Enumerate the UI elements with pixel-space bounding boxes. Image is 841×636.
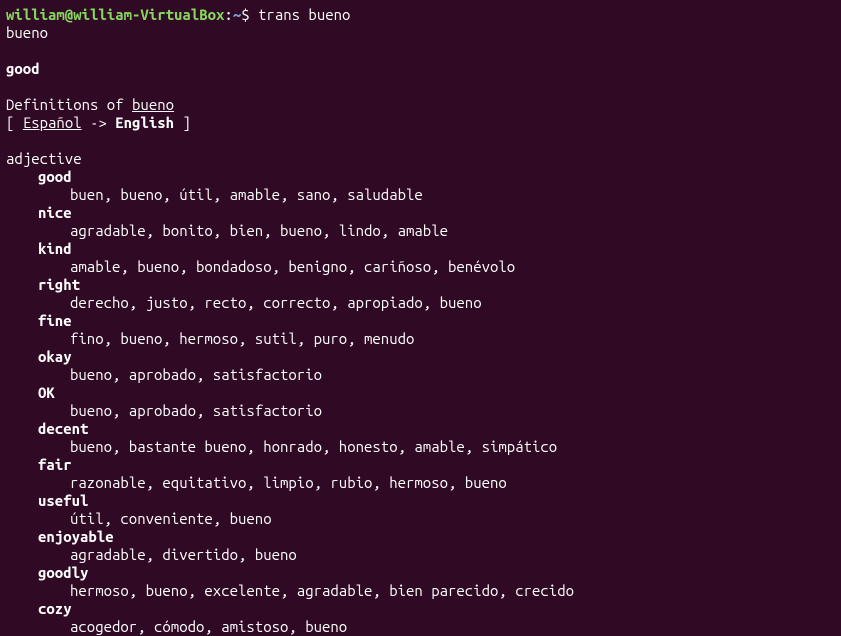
- definitions-prefix: Definitions of: [6, 96, 132, 113]
- synonyms-text: razonable, equitativo, limpio, rubio, he…: [6, 474, 835, 492]
- term-text: okay: [6, 348, 72, 366]
- term-text: nice: [6, 204, 72, 222]
- term-text: useful: [6, 492, 88, 510]
- blank-line: [6, 132, 835, 150]
- term-text: OK: [6, 384, 55, 402]
- entry-term: okay: [6, 348, 835, 366]
- synonyms-text: hermoso, bueno, excelente, agradable, bi…: [6, 582, 835, 600]
- entry-term: fair: [6, 456, 835, 474]
- entry-synonyms: fino, bueno, hermoso, sutil, puro, menud…: [6, 330, 835, 348]
- entry-term: cozy: [6, 600, 835, 618]
- echo-word: bueno: [6, 24, 835, 42]
- prompt-sep: :: [224, 6, 232, 23]
- entry-term: decent: [6, 420, 835, 438]
- term-text: fine: [6, 312, 72, 330]
- source-lang: Español: [23, 114, 82, 131]
- entry-synonyms: agradable, divertido, bueno: [6, 546, 835, 564]
- blank-line: [6, 78, 835, 96]
- synonyms-text: útil, conveniente, bueno: [6, 510, 835, 528]
- lang-arrow: ->: [82, 114, 116, 131]
- command-text: trans bueno: [250, 6, 351, 23]
- entry-synonyms: buen, bueno, útil, amable, sano, saludab…: [6, 186, 835, 204]
- lang-close: ]: [174, 114, 191, 131]
- primary-translation: good: [6, 60, 835, 78]
- synonyms-text: derecho, justo, recto, correcto, apropia…: [6, 294, 835, 312]
- definitions-header: Definitions of bueno: [6, 96, 835, 114]
- synonyms-text: agradable, divertido, bueno: [6, 546, 835, 564]
- synonyms-text: agradable, bonito, bien, bueno, lindo, a…: [6, 222, 835, 240]
- entry-synonyms: agradable, bonito, bien, bueno, lindo, a…: [6, 222, 835, 240]
- entry-term: good: [6, 168, 835, 186]
- synonyms-text: amable, bueno, bondadoso, benigno, cariñ…: [6, 258, 835, 276]
- entry-synonyms: bueno, aprobado, satisfactorio: [6, 366, 835, 384]
- term-text: kind: [6, 240, 72, 258]
- synonyms-text: bueno, bastante bueno, honrado, honesto,…: [6, 438, 835, 456]
- entries-container: goodbuen, bueno, útil, amable, sano, sal…: [6, 168, 835, 636]
- entry-synonyms: hermoso, bueno, excelente, agradable, bi…: [6, 582, 835, 600]
- entry-term: kind: [6, 240, 835, 258]
- prompt-path: ~: [233, 6, 241, 23]
- entry-synonyms: bueno, bastante bueno, honrado, honesto,…: [6, 438, 835, 456]
- entry-synonyms: razonable, equitativo, limpio, rubio, he…: [6, 474, 835, 492]
- blank-line: [6, 42, 835, 60]
- term-text: enjoyable: [6, 528, 114, 546]
- term-text: good: [6, 168, 72, 186]
- entry-term: OK: [6, 384, 835, 402]
- entry-term: fine: [6, 312, 835, 330]
- target-lang: English: [115, 114, 174, 131]
- prompt-user-host: william@william-VirtualBox: [6, 6, 224, 23]
- entry-term: enjoyable: [6, 528, 835, 546]
- entry-synonyms: amable, bueno, bondadoso, benigno, cariñ…: [6, 258, 835, 276]
- entry-term: goodly: [6, 564, 835, 582]
- definitions-word: bueno: [132, 96, 174, 113]
- entry-term: useful: [6, 492, 835, 510]
- synonyms-text: acogedor, cómodo, amistoso, bueno: [6, 618, 835, 636]
- lang-open: [: [6, 114, 23, 131]
- synonyms-text: buen, bueno, útil, amable, sano, saludab…: [6, 186, 835, 204]
- entry-synonyms: derecho, justo, recto, correcto, apropia…: [6, 294, 835, 312]
- term-text: cozy: [6, 600, 72, 618]
- entry-synonyms: bueno, aprobado, satisfactorio: [6, 402, 835, 420]
- entry-synonyms: útil, conveniente, bueno: [6, 510, 835, 528]
- synonyms-text: fino, bueno, hermoso, sutil, puro, menud…: [6, 330, 835, 348]
- term-text: right: [6, 276, 80, 294]
- synonyms-text: bueno, aprobado, satisfactorio: [6, 402, 835, 420]
- term-text: fair: [6, 456, 72, 474]
- language-line: [ Español -> English ]: [6, 114, 835, 132]
- term-text: goodly: [6, 564, 88, 582]
- entry-term: nice: [6, 204, 835, 222]
- terminal-output[interactable]: william@william-VirtualBox:~$ trans buen…: [6, 6, 835, 636]
- prompt-line: william@william-VirtualBox:~$ trans buen…: [6, 6, 835, 24]
- entry-term: right: [6, 276, 835, 294]
- entry-synonyms: acogedor, cómodo, amistoso, bueno: [6, 618, 835, 636]
- part-of-speech: adjective: [6, 150, 835, 168]
- term-text: decent: [6, 420, 88, 438]
- prompt-dollar: $: [241, 6, 249, 23]
- synonyms-text: bueno, aprobado, satisfactorio: [6, 366, 835, 384]
